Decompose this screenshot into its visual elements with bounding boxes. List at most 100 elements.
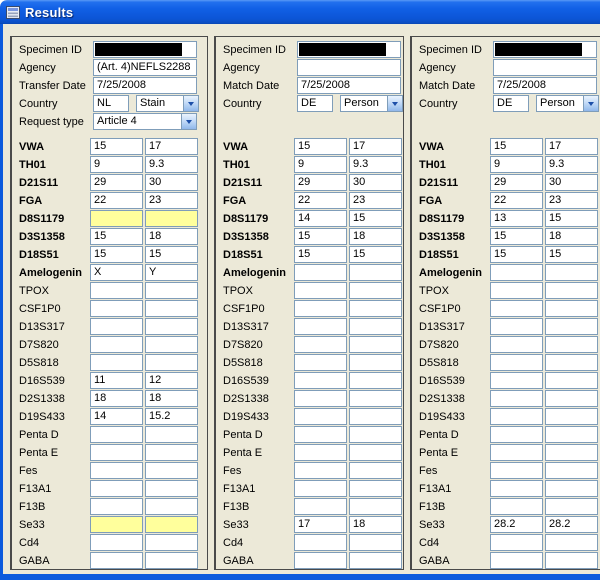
allele-field-1[interactable] — [90, 462, 143, 479]
agency-field[interactable] — [493, 59, 597, 76]
allele-field-1[interactable] — [490, 318, 543, 335]
allele-field-1[interactable] — [294, 408, 347, 425]
allele-field-1[interactable]: 29 — [294, 174, 347, 191]
allele-field-2[interactable]: 17 — [145, 138, 198, 155]
specimen-id-field[interactable] — [93, 41, 197, 58]
allele-field-2[interactable] — [145, 498, 198, 515]
allele-field-1[interactable] — [490, 354, 543, 371]
allele-field-1[interactable] — [90, 552, 143, 569]
allele-field-2[interactable]: 9.3 — [349, 156, 402, 173]
allele-field-2[interactable] — [145, 444, 198, 461]
allele-field-2[interactable] — [145, 516, 198, 533]
title-bar[interactable]: Results — [0, 0, 600, 24]
allele-field-1[interactable] — [294, 390, 347, 407]
allele-field-2[interactable] — [545, 372, 598, 389]
allele-field-1[interactable]: X — [90, 264, 143, 281]
allele-field-1[interactable] — [90, 318, 143, 335]
allele-field-1[interactable] — [490, 282, 543, 299]
allele-field-1[interactable] — [294, 300, 347, 317]
allele-field-1[interactable] — [490, 462, 543, 479]
allele-field-2[interactable]: 15 — [349, 210, 402, 227]
allele-field-2[interactable]: 18 — [145, 390, 198, 407]
allele-field-2[interactable] — [145, 300, 198, 317]
allele-field-1[interactable]: 22 — [294, 192, 347, 209]
allele-field-1[interactable] — [490, 372, 543, 389]
allele-field-1[interactable] — [490, 480, 543, 497]
allele-field-2[interactable] — [145, 462, 198, 479]
category-combobox[interactable]: Person — [340, 95, 403, 112]
allele-field-2[interactable]: 18 — [349, 228, 402, 245]
allele-field-1[interactable]: 15 — [490, 138, 543, 155]
allele-field-1[interactable] — [90, 534, 143, 551]
allele-field-1[interactable] — [490, 426, 543, 443]
allele-field-2[interactable]: 18 — [545, 228, 598, 245]
specimen-id-field[interactable] — [493, 41, 597, 58]
allele-field-2[interactable]: 15 — [545, 210, 598, 227]
allele-field-1[interactable]: 18 — [90, 390, 143, 407]
allele-field-1[interactable] — [490, 300, 543, 317]
allele-field-1[interactable] — [490, 336, 543, 353]
allele-field-2[interactable]: 15 — [545, 246, 598, 263]
allele-field-2[interactable]: 30 — [545, 174, 598, 191]
country-code-field[interactable]: NL — [93, 95, 129, 112]
allele-field-1[interactable] — [90, 480, 143, 497]
allele-field-2[interactable] — [349, 354, 402, 371]
allele-field-1[interactable]: 29 — [490, 174, 543, 191]
match-date-field[interactable]: 7/25/2008 — [297, 77, 401, 94]
allele-field-1[interactable] — [90, 300, 143, 317]
allele-field-1[interactable] — [90, 354, 143, 371]
allele-field-2[interactable] — [145, 552, 198, 569]
allele-field-1[interactable] — [294, 264, 347, 281]
allele-field-2[interactable] — [349, 408, 402, 425]
allele-field-1[interactable] — [294, 372, 347, 389]
category-combobox[interactable]: Stain — [136, 95, 199, 112]
allele-field-2[interactable] — [545, 444, 598, 461]
allele-field-1[interactable] — [294, 426, 347, 443]
dropdown-arrow-icon[interactable] — [583, 96, 598, 111]
allele-field-1[interactable] — [294, 462, 347, 479]
allele-field-2[interactable] — [349, 426, 402, 443]
allele-field-1[interactable]: 11 — [90, 372, 143, 389]
allele-field-1[interactable]: 15 — [490, 246, 543, 263]
allele-field-1[interactable] — [490, 534, 543, 551]
request-type-combobox[interactable]: Article 4 — [93, 113, 197, 130]
allele-field-2[interactable] — [349, 336, 402, 353]
allele-field-1[interactable] — [490, 552, 543, 569]
allele-field-1[interactable]: 15 — [90, 228, 143, 245]
allele-field-2[interactable] — [349, 498, 402, 515]
allele-field-1[interactable] — [490, 444, 543, 461]
allele-field-2[interactable] — [349, 534, 402, 551]
allele-field-2[interactable] — [545, 354, 598, 371]
allele-field-2[interactable] — [545, 300, 598, 317]
allele-field-1[interactable]: 13 — [490, 210, 543, 227]
dropdown-arrow-icon[interactable] — [183, 96, 198, 111]
match-date-field[interactable]: 7/25/2008 — [493, 77, 597, 94]
allele-field-1[interactable] — [490, 390, 543, 407]
allele-field-2[interactable]: 15 — [349, 246, 402, 263]
allele-field-2[interactable] — [545, 318, 598, 335]
allele-field-2[interactable] — [545, 426, 598, 443]
allele-field-2[interactable]: 9.3 — [545, 156, 598, 173]
allele-field-2[interactable] — [545, 282, 598, 299]
allele-field-1[interactable] — [294, 282, 347, 299]
allele-field-2[interactable]: 18 — [145, 228, 198, 245]
allele-field-2[interactable] — [545, 462, 598, 479]
allele-field-2[interactable]: Y — [145, 264, 198, 281]
allele-field-1[interactable] — [294, 480, 347, 497]
allele-field-1[interactable]: 15 — [90, 138, 143, 155]
agency-field[interactable]: (Art. 4)NEFLS2288 — [93, 59, 197, 76]
allele-field-2[interactable] — [545, 390, 598, 407]
allele-field-1[interactable] — [490, 264, 543, 281]
agency-field[interactable] — [297, 59, 401, 76]
allele-field-1[interactable]: 22 — [490, 192, 543, 209]
allele-field-1[interactable] — [294, 318, 347, 335]
allele-field-2[interactable]: 30 — [145, 174, 198, 191]
allele-field-2[interactable]: 17 — [349, 138, 402, 155]
specimen-id-field[interactable] — [297, 41, 401, 58]
allele-field-1[interactable] — [90, 444, 143, 461]
allele-field-2[interactable] — [545, 552, 598, 569]
allele-field-1[interactable]: 15 — [294, 228, 347, 245]
allele-field-1[interactable] — [90, 498, 143, 515]
allele-field-1[interactable] — [294, 534, 347, 551]
allele-field-1[interactable] — [90, 282, 143, 299]
